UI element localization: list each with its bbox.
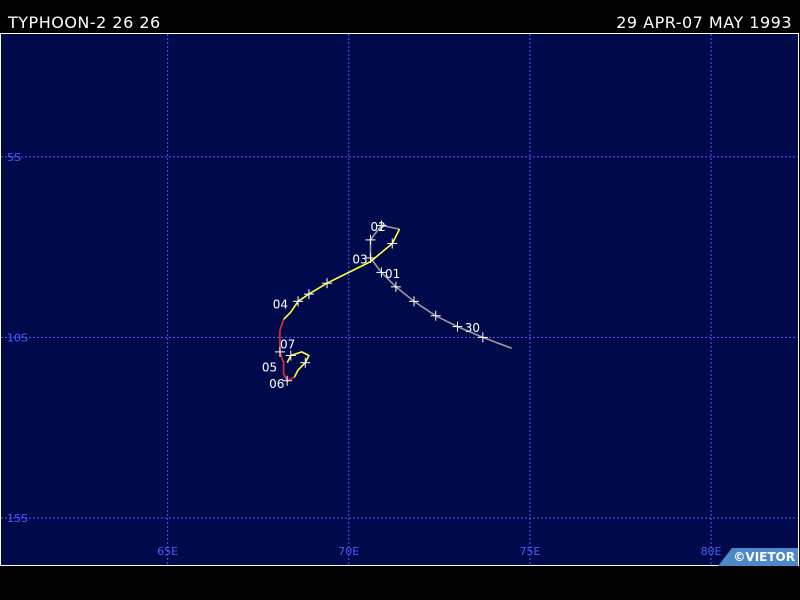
lat-tick-label: 5S [7,151,21,164]
lon-tick-label: 65E [157,545,178,558]
position-marker [293,296,304,307]
track-map: 65E 70E 75E 80E 5S 10S 15S 30 01 02 03 04 07 05 06 [0,33,799,566]
position-marker [322,278,333,289]
grid-lines [1,34,798,565]
day-label: 03 [352,252,367,266]
copyright-text: ©VIETOR [733,550,795,564]
lat-tick-label: 10S [7,331,28,344]
map-canvas: 65E 70E 75E 80E 5S 10S 15S 30 01 02 03 04 0705 06 [1,34,798,565]
day-label: 06 [269,377,284,391]
position-marker [452,321,463,332]
lon-tick-label: 80E [701,545,722,558]
track-segment-storm [283,228,401,320]
day-label: 04 [273,298,288,312]
lon-tick-label: 70E [338,545,359,558]
grid-labels: 65E 70E 75E 80E 5S 10S 15S [7,151,722,558]
lat-tick-label: 15S [7,512,28,525]
day-label: 02 [371,220,386,234]
date-range: 29 APR-07 MAY 1993 [616,13,792,32]
position-marker [303,289,314,300]
storm-title: TYPHOON-2 26 26 [8,13,161,32]
day-label: 05 [262,361,277,375]
day-label: 01 [385,267,400,281]
lon-tick-label: 75E [519,545,540,558]
position-marker [285,350,296,361]
day-label: 30 [465,321,480,335]
copyright-badge: ©VIETOR [718,548,798,566]
storm-track [279,224,513,382]
position-marker [430,310,441,321]
day-label: 07 [280,337,295,351]
